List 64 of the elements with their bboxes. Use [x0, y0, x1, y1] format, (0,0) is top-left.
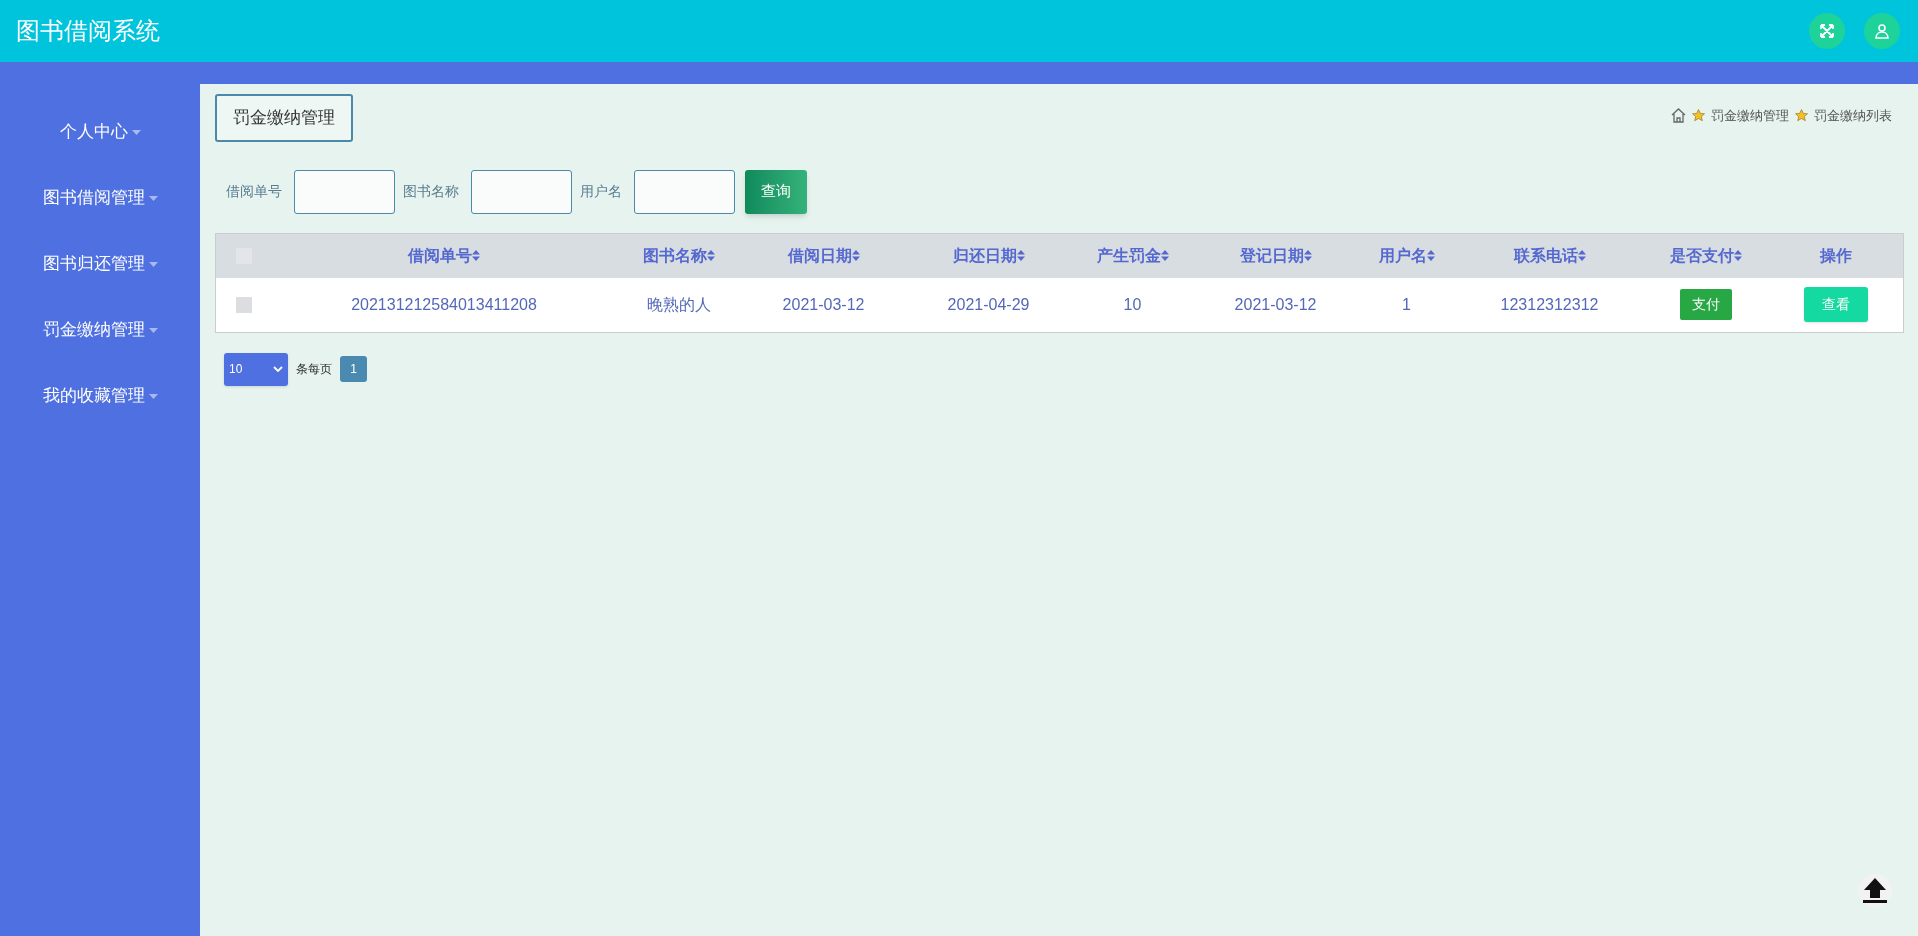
pay-button[interactable]: 支付 [1680, 289, 1732, 321]
sidebar-item[interactable]: 个人中心 [0, 112, 200, 152]
sidebar-item[interactable]: 罚金缴纳管理 [0, 310, 200, 350]
sidebar-item[interactable]: 图书归还管理 [0, 244, 200, 284]
row-checkbox[interactable] [236, 296, 252, 313]
table-cell: 10 [1123, 295, 1142, 313]
table-cell: 202131212584013411208 [351, 295, 537, 313]
search-field[interactable] [294, 169, 395, 214]
field-label: 图书名称 [403, 182, 459, 201]
sort-icon[interactable] [1160, 250, 1169, 262]
sidebar-item[interactable]: 图书借阅管理 [0, 178, 200, 218]
sort-icon[interactable] [851, 250, 860, 262]
column-header: 操作 [1819, 245, 1852, 266]
table-cell: 2021-03-12 [1234, 295, 1317, 313]
sort-icon[interactable] [1577, 250, 1586, 262]
column-header[interactable]: 登记日期 [1239, 243, 1304, 268]
search-field[interactable] [634, 169, 735, 214]
page-title: 罚金缴纳管理 [215, 94, 353, 142]
column-header[interactable]: 用户名 [1378, 243, 1427, 268]
page-size-select[interactable]: 10 [224, 352, 288, 386]
column-header[interactable]: 借阅单号 [408, 243, 472, 268]
column-header[interactable]: 借阅日期 [787, 243, 852, 268]
star-icon [1692, 109, 1705, 123]
back-to-top-button[interactable] [1858, 874, 1892, 908]
table-cell: 12312312312 [1500, 295, 1599, 313]
chevron-icon [273, 366, 283, 372]
column-header[interactable]: 产生罚金 [1096, 243, 1161, 268]
view-button[interactable]: 查看 [1803, 287, 1868, 323]
home-icon [1671, 108, 1686, 124]
per-page-label: 条每页 [296, 361, 332, 378]
sort-icon[interactable] [1303, 250, 1312, 262]
table-cell: 2021-04-29 [947, 295, 1030, 313]
upload-arrow-icon [1860, 877, 1890, 905]
caret-icon [148, 195, 158, 201]
column-header[interactable]: 联系电话 [1513, 243, 1578, 268]
sort-icon[interactable] [472, 250, 480, 262]
table-cell: 1 [1402, 295, 1411, 313]
column-header[interactable]: 归还日期 [952, 243, 1017, 268]
expand-icon [1819, 23, 1835, 39]
search-button[interactable]: 查询 [745, 169, 807, 214]
sort-icon[interactable] [1426, 250, 1435, 262]
breadcrumb-item[interactable]: 罚金缴纳列表 [1814, 106, 1892, 126]
column-header[interactable]: 是否支付 [1670, 243, 1734, 268]
column-header[interactable]: 图书名称 [643, 243, 707, 268]
star-icon [1795, 109, 1808, 123]
field-label: 用户名 [580, 182, 622, 201]
caret-icon [148, 261, 158, 267]
caret-icon [131, 129, 141, 135]
app-title: 图书借阅系统 [16, 16, 160, 46]
table-cell: 晚熟的人 [647, 295, 711, 313]
user-icon [1874, 23, 1890, 39]
fullscreen-button[interactable] [1809, 13, 1845, 49]
search-field[interactable] [471, 169, 572, 214]
sort-icon[interactable] [1016, 250, 1025, 262]
page-button[interactable]: 1 [340, 356, 367, 382]
breadcrumb-item[interactable]: 罚金缴纳管理 [1711, 106, 1789, 126]
sort-icon[interactable] [707, 250, 715, 262]
field-label: 借阅单号 [226, 182, 282, 201]
sort-icon[interactable] [1734, 250, 1742, 262]
sidebar-item[interactable]: 我的收藏管理 [0, 376, 200, 416]
user-button[interactable] [1864, 13, 1900, 49]
table-cell: 2021-03-12 [782, 295, 865, 313]
caret-icon [148, 393, 158, 399]
caret-icon [148, 327, 158, 333]
